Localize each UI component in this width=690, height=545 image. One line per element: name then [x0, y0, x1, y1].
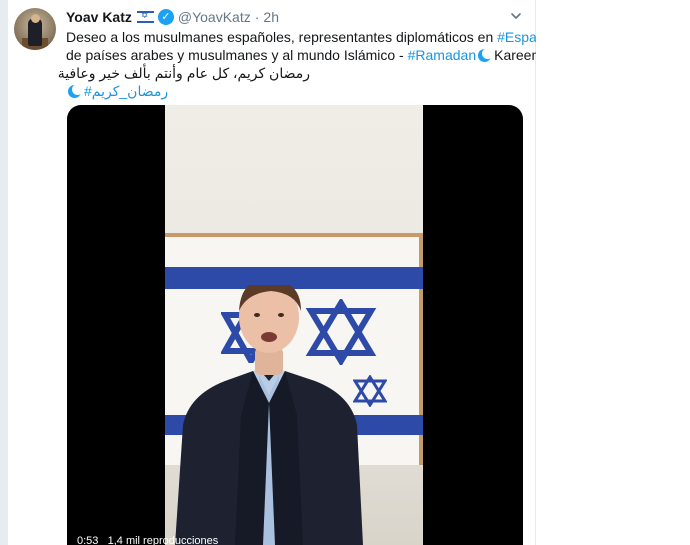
speaker-figure [175, 285, 363, 545]
hashtag-ramadan[interactable]: #Ramadan [408, 47, 477, 63]
video-frame[interactable] [165, 105, 423, 545]
video-duration-views: 0:53 1,4 mil reproducciones [77, 535, 218, 545]
tweet-card[interactable]: Yoav Katz ✓ @YoavKatz · 2h Deseo a los m… [8, 0, 553, 545]
right-empty-area [536, 0, 690, 545]
tweet-timestamp[interactable]: 2h [263, 9, 279, 25]
video-duration: 0:53 [77, 535, 99, 545]
hashtag-ramadan-kareem-arabic[interactable]: #رمضان_كريم [84, 83, 168, 99]
verified-badge-icon: ✓ [157, 9, 174, 25]
israel-flag-icon [136, 10, 154, 23]
chevron-down-icon[interactable] [510, 10, 522, 22]
video-player[interactable]: 0:53 1,4 mil reproducciones [67, 105, 523, 545]
video-views: 1,4 mil reproducciones [107, 535, 219, 545]
author-avatar[interactable] [14, 8, 56, 50]
left-background-strip [0, 0, 8, 545]
tweet-text-arabic: رمضان كريم، كل عام وأنتم بألف خير وعافية [57, 65, 310, 81]
author-handle[interactable]: @YoavKatz [178, 9, 251, 25]
tweet-header: Yoav Katz ✓ @YoavKatz · 2h [66, 8, 279, 26]
separator-dot: · [254, 9, 260, 25]
tweet-text-line2: de países arabes y musulmanes y al mundo… [66, 47, 404, 63]
author-name[interactable]: Yoav Katz [66, 9, 132, 25]
crescent-moon-icon [68, 84, 83, 98]
tweet-text-line1: Deseo a los musulmanes españoles, repres… [66, 29, 494, 45]
tweet-text: Deseo a los musulmanes españoles, repres… [57, 28, 553, 100]
crescent-moon-icon [478, 48, 494, 62]
